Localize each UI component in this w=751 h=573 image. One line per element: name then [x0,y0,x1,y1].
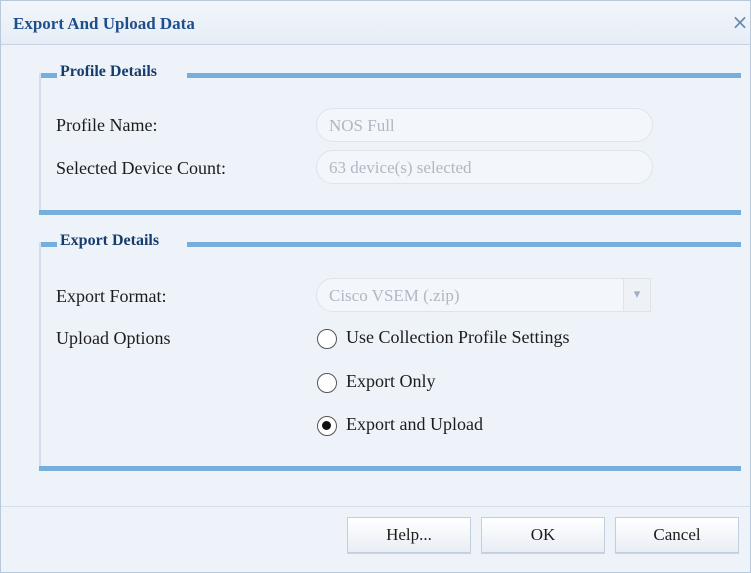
cancel-button[interactable]: Cancel [615,517,739,553]
title-bar[interactable]: Export And Upload Data × [1,1,750,45]
group-border [39,210,741,215]
group-border [39,73,57,78]
export-upload-dialog: Export And Upload Data × Profile Details… [0,0,751,573]
group-border [39,73,41,215]
profile-name-label: Profile Name: [56,115,158,135]
device-count-label: Selected Device Count: [56,158,226,178]
radio-export-and-upload[interactable] [317,416,337,436]
device-count-field[interactable]: 63 device(s) selected [316,150,653,184]
export-details-legend: Export Details [57,232,163,250]
group-border [39,466,741,471]
group-border [187,242,741,247]
profile-name-field[interactable]: NOS Full [316,108,653,142]
radio-use-collection-profile[interactable] [317,329,337,349]
profile-details-legend: Profile Details [57,63,161,81]
dialog-title: Export And Upload Data [13,14,195,33]
radio-label-export-only[interactable]: Export Only [346,371,436,392]
profile-details-group: Profile Details [39,63,741,215]
export-details-group: Export Details [39,232,741,471]
radio-label-use-collection-profile[interactable]: Use Collection Profile Settings [346,327,569,348]
export-format-select[interactable]: Cisco VSEM (.zip) [316,278,624,312]
radio-export-only[interactable] [317,373,337,393]
upload-options-label: Upload Options [56,328,171,348]
footer-divider [1,506,750,507]
group-border [39,242,57,247]
export-format-label: Export Format: [56,286,167,306]
chevron-down-icon[interactable]: ▾ [623,278,651,312]
ok-button[interactable]: OK [481,517,605,553]
group-border [187,73,741,78]
close-icon[interactable]: × [730,12,750,32]
help-button[interactable]: Help... [347,517,471,553]
group-border [39,242,41,471]
radio-label-export-and-upload[interactable]: Export and Upload [346,414,483,435]
